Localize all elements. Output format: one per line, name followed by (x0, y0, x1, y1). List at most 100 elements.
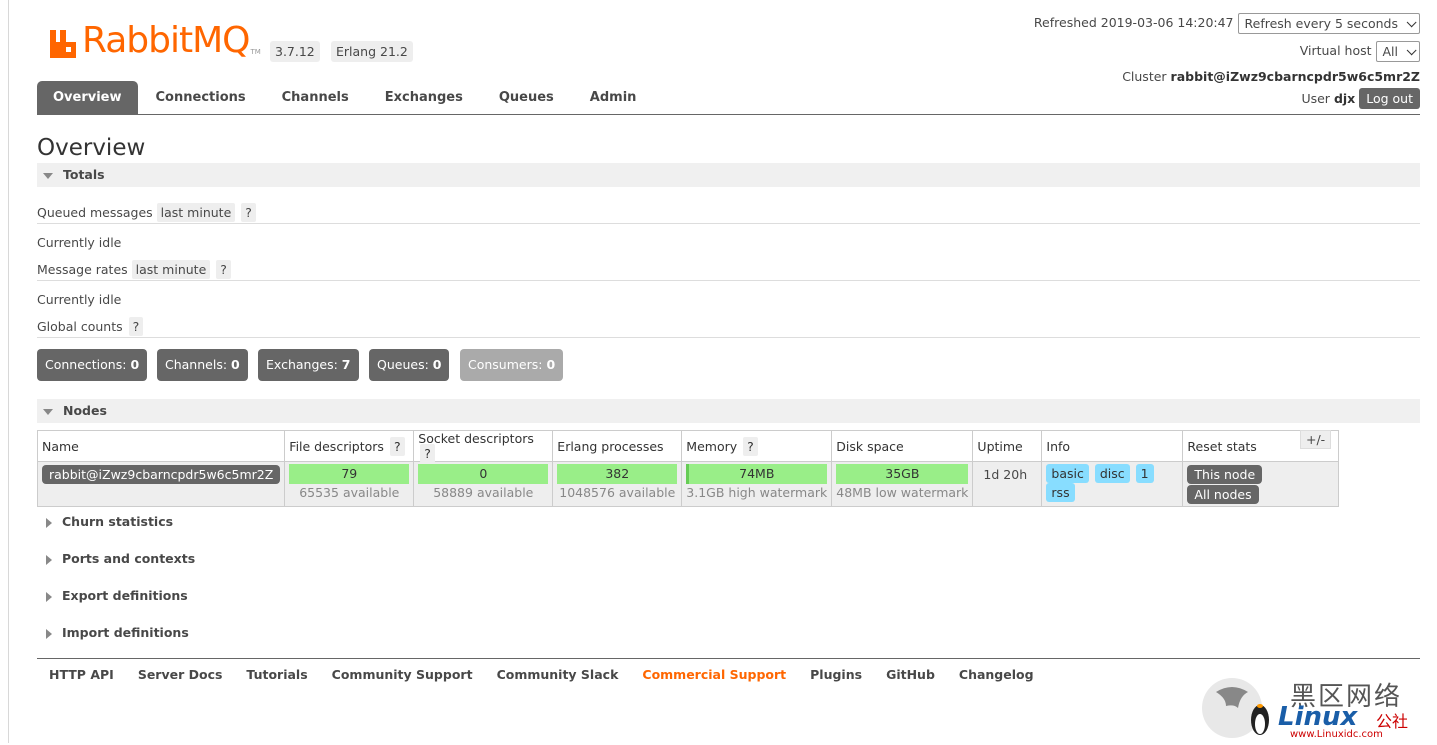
refreshed-time: 2019-03-06 14:20:47 (1100, 15, 1234, 30)
count-label: Connections: (45, 357, 127, 372)
watermark-brand: Linux (1278, 702, 1358, 732)
refresh-select[interactable]: Refresh every 5 seconds (1237, 13, 1420, 34)
version-badge: 3.7.12 (270, 41, 320, 62)
triangle-down-icon (43, 172, 53, 179)
export-definitions-section[interactable]: Export definitions (37, 588, 188, 603)
footer-link-community-support[interactable]: Community Support (320, 667, 485, 682)
tab-queues[interactable]: Queues (481, 81, 572, 114)
sd-available: 58889 available (433, 485, 534, 500)
vhost-select[interactable]: All (1375, 41, 1420, 62)
toggle-columns-button[interactable]: +/- (1300, 430, 1332, 449)
logo-text: RabbitMQ (82, 20, 250, 61)
channels-count-button[interactable]: Channels: 0 (157, 349, 248, 381)
section-title: Import definitions (62, 625, 189, 640)
tab-exchanges[interactable]: Exchanges (367, 81, 481, 114)
table-header-row: Name File descriptors ? Socket descripto… (36, 430, 1340, 463)
vhost-label: Virtual host (1299, 43, 1372, 58)
memory-cell: 74MB 3.1GB high watermark (681, 461, 833, 507)
consumers-count-button[interactable]: Consumers: 0 (460, 349, 564, 381)
footer-link-http-api[interactable]: HTTP API (37, 667, 126, 682)
reset-this-node-button[interactable]: This node (1187, 465, 1263, 484)
triangle-right-icon (46, 517, 52, 528)
disk-bar: 35GB (836, 464, 969, 484)
help-button[interactable]: ? (216, 260, 231, 279)
idle-text: Currently idle (37, 235, 122, 250)
disk-watermark: 48MB low watermark (836, 485, 969, 500)
footer-link-commercial-support[interactable]: Commercial Support (630, 667, 798, 682)
count-label: Channels: (165, 357, 228, 372)
node-name-link[interactable]: rabbit@iZwz9cbarncpdr5w6c5mr2Z (42, 465, 281, 484)
count-value: 0 (130, 357, 140, 372)
help-button[interactable]: ? (743, 436, 758, 456)
vhost-row: Virtual host All (1300, 41, 1420, 62)
col-memory: Memory ? (681, 430, 833, 462)
tab-connections[interactable]: Connections (138, 81, 264, 114)
global-counts-row: Global counts ? (37, 317, 144, 336)
rabbitmq-logo[interactable]: RabbitMQ TM (48, 20, 261, 60)
reset-cell: This node All nodes (1182, 461, 1340, 507)
help-button[interactable]: ? (128, 317, 144, 336)
footer-link-github[interactable]: GitHub (874, 667, 947, 682)
tab-overview[interactable]: Overview (37, 81, 138, 114)
col-uptime: Uptime (972, 430, 1043, 462)
tab-channels[interactable]: Channels (264, 81, 367, 114)
triangle-right-icon (46, 554, 52, 565)
rates-range-select[interactable]: last minute (131, 260, 211, 279)
nodes-section-header[interactable]: Nodes (37, 399, 1420, 423)
memory-value: 74MB (739, 466, 775, 481)
queued-range-select[interactable]: last minute (156, 203, 236, 222)
page-title: Overview (37, 135, 146, 161)
memory-bar: 74MB (686, 464, 828, 484)
main-tabs: Overview Connections Channels Exchanges … (37, 81, 1420, 115)
queues-count-button[interactable]: Queues: 0 (369, 349, 450, 381)
count-label: Exchanges: (266, 357, 338, 372)
sd-cell: 0 58889 available (413, 461, 554, 507)
count-value: 0 (546, 357, 556, 372)
ep-bar: 382 (557, 464, 678, 484)
connections-count-button[interactable]: Connections: 0 (37, 349, 148, 381)
exchanges-count-button[interactable]: Exchanges: 7 (258, 349, 359, 381)
totals-title: Totals (63, 167, 105, 182)
import-definitions-section[interactable]: Import definitions (37, 625, 189, 640)
idle-text: Currently idle (37, 292, 122, 307)
footer-link-tutorials[interactable]: Tutorials (234, 667, 319, 682)
footer-link-server-docs[interactable]: Server Docs (126, 667, 235, 682)
tab-admin[interactable]: Admin (572, 81, 655, 114)
footer-link-community-slack[interactable]: Community Slack (485, 667, 631, 682)
info-cell: basic disc 1 rss (1041, 461, 1184, 507)
table-row: rabbit@iZwz9cbarncpdr5w6c5mr2Z 79 65535 a… (36, 461, 1340, 507)
ep-available: 1048576 available (559, 485, 676, 500)
totals-section-header[interactable]: Totals (37, 163, 1420, 187)
section-title: Export definitions (62, 588, 188, 603)
refreshed-label: Refreshed (1033, 15, 1097, 30)
logo-tm: TM (250, 48, 261, 56)
help-button[interactable]: ? (241, 203, 256, 222)
divider (37, 280, 1420, 281)
col-info: Info (1041, 430, 1184, 462)
section-title: Ports and contexts (62, 551, 196, 566)
footer-link-changelog[interactable]: Changelog (947, 667, 1046, 682)
col-socket-descriptors: Socket descriptors ? (413, 430, 554, 463)
node-name-cell: rabbit@iZwz9cbarncpdr5w6c5mr2Z (36, 461, 286, 507)
message-rates-row: Message rates last minute ? (37, 260, 231, 279)
reset-all-nodes-button[interactable]: All nodes (1187, 485, 1259, 504)
rabbit-icon (48, 26, 78, 60)
chevron-down-icon (1406, 45, 1417, 56)
col-label: Memory (686, 438, 738, 454)
footer-link-plugins[interactable]: Plugins (798, 667, 874, 682)
erlang-badge: Erlang 21.2 (331, 41, 413, 62)
help-button[interactable]: ? (389, 436, 405, 456)
help-button[interactable]: ? (420, 444, 435, 463)
col-label: File descriptors (289, 438, 384, 454)
left-border (8, 0, 9, 743)
ports-contexts-section[interactable]: Ports and contexts (37, 551, 195, 566)
info-badge-rss: rss (1046, 483, 1075, 502)
disk-cell: 35GB 48MB low watermark (831, 461, 974, 507)
uptime-cell: 1d 20h (972, 461, 1043, 507)
churn-statistics-section[interactable]: Churn statistics (37, 514, 173, 529)
memory-watermark: 3.1GB high watermark (686, 485, 828, 500)
refresh-row: Refreshed 2019-03-06 14:20:47 Refresh ev… (1034, 13, 1420, 34)
section-title: Churn statistics (62, 514, 174, 529)
global-label: Global counts (37, 319, 123, 334)
count-value: 0 (231, 357, 240, 372)
